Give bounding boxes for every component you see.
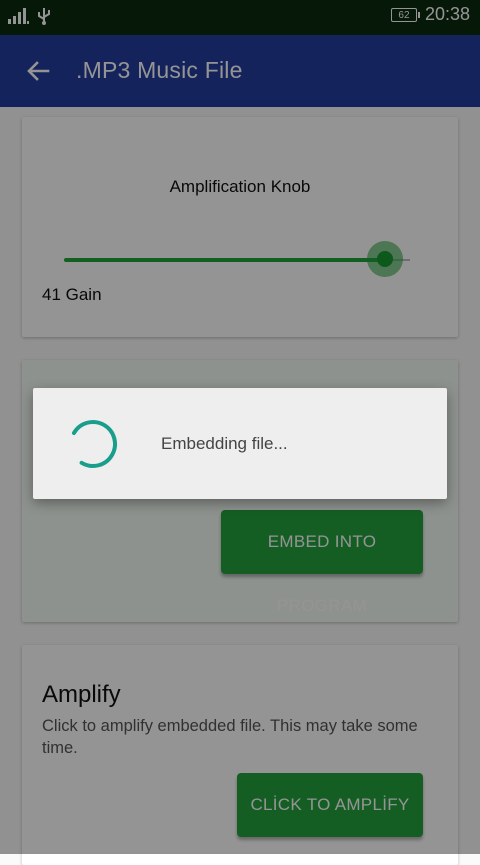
progress-dialog: Embedding file... [33, 388, 447, 499]
loading-spinner-icon [69, 420, 117, 468]
dialog-message: Embedding file... [161, 434, 288, 453]
